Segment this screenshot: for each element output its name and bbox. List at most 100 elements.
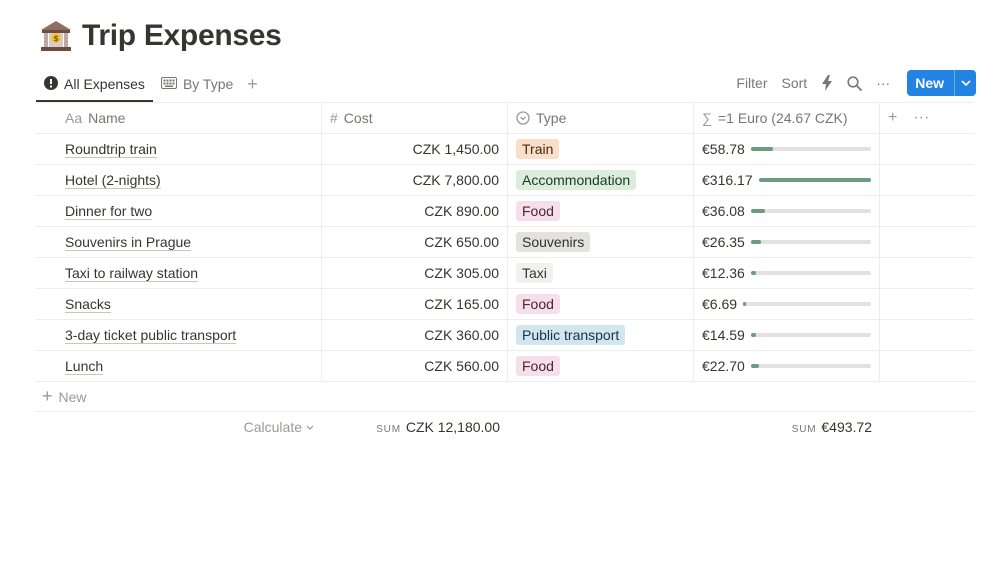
row-title[interactable]: 3-day ticket public transport	[65, 327, 237, 344]
table-row[interactable]: Snacks CZK 165.00 Food €6.69	[36, 289, 974, 320]
table-row[interactable]: Souvenirs in Prague CZK 650.00 Souvenirs €2…	[36, 227, 974, 258]
type-cell[interactable]: Food	[508, 351, 694, 381]
cost-cell[interactable]: CZK 560.00	[322, 351, 508, 381]
cost-cell[interactable]: CZK 890.00	[322, 196, 508, 226]
page-title[interactable]: Trip Expenses	[82, 19, 282, 53]
row-title[interactable]: Taxi to railway station	[65, 265, 199, 282]
cost-cell[interactable]: CZK 165.00	[322, 289, 508, 319]
row-title[interactable]: Souvenirs in Prague	[65, 234, 192, 251]
name-cell[interactable]: Lunch	[36, 351, 322, 381]
chevron-down-icon[interactable]	[954, 70, 976, 96]
row-title[interactable]: Roundtrip train	[65, 141, 157, 158]
type-tag: Taxi	[516, 263, 553, 283]
progress-bar-fill	[750, 147, 774, 151]
type-cell[interactable]: Souvenirs	[508, 227, 694, 257]
euro-value: €14.59	[702, 327, 745, 343]
euro-value: €6.69	[702, 296, 738, 312]
cost-value: CZK 360.00	[424, 327, 499, 343]
euro-cell: €58.78	[694, 134, 880, 164]
table-row[interactable]: Dinner for two CZK 890.00 Food €36.08	[36, 196, 974, 227]
progress-bar-fill	[750, 333, 757, 337]
select-property-icon	[516, 111, 530, 125]
column-header-type[interactable]: Type	[508, 103, 694, 133]
progress-bar	[758, 178, 871, 182]
row-title[interactable]: Dinner for two	[65, 203, 153, 220]
more-properties-button[interactable]: ···	[905, 109, 937, 127]
type-cell[interactable]: Public transport	[508, 320, 694, 350]
euro-value: €316.17	[702, 172, 753, 188]
more-options-button[interactable]: ···	[869, 70, 897, 96]
type-tag: Souvenirs	[516, 232, 591, 252]
name-cell[interactable]: Souvenirs in Prague	[36, 227, 322, 257]
lightning-icon[interactable]	[814, 70, 840, 96]
column-label: =1 Euro (24.67 CZK)	[717, 110, 848, 126]
row-title[interactable]: Snacks	[65, 296, 111, 313]
table-row[interactable]: Hotel (2-nights) CZK 7,800.00 Accommondati…	[36, 165, 974, 196]
cost-cell[interactable]: CZK 360.00	[322, 320, 508, 350]
calculate-dropdown[interactable]: Calculate	[36, 419, 322, 435]
name-cell[interactable]: Hotel (2-nights)	[36, 165, 322, 195]
cost-value: CZK 890.00	[424, 203, 499, 219]
filter-button[interactable]: Filter	[729, 70, 774, 96]
type-tag: Accommondation	[516, 170, 637, 190]
table-row[interactable]: Roundtrip train CZK 1,450.00 Train €58.78	[36, 134, 974, 165]
progress-bar-fill	[750, 364, 760, 368]
type-tag: Food	[516, 356, 560, 376]
name-cell[interactable]: Roundtrip train	[36, 134, 322, 164]
tab-all-expenses[interactable]: All Expenses	[36, 68, 153, 102]
extra-cell	[880, 227, 974, 257]
tab-by-type[interactable]: By Type	[153, 68, 241, 100]
calculation-row: Calculate SUM CZK 12,180.00 SUM €493.72	[36, 412, 974, 442]
cost-cell[interactable]: CZK 7,800.00	[322, 165, 508, 195]
table-row[interactable]: Taxi to railway station CZK 305.00 Taxi €12…	[36, 258, 974, 289]
cost-value: CZK 7,800.00	[412, 172, 499, 188]
progress-bar-fill	[750, 271, 756, 275]
sum-label: SUM	[376, 424, 401, 435]
progress-bar	[750, 209, 871, 213]
column-header-name[interactable]: Aa Name	[36, 103, 322, 133]
add-view-button[interactable]: +	[241, 68, 264, 100]
sort-button[interactable]: Sort	[775, 70, 815, 96]
type-cell[interactable]: Food	[508, 289, 694, 319]
row-title[interactable]: Hotel (2-nights)	[65, 172, 161, 189]
tab-label: All Expenses	[64, 76, 145, 92]
type-tag: Food	[516, 294, 560, 314]
extra-cell	[880, 258, 974, 288]
cost-cell[interactable]: CZK 305.00	[322, 258, 508, 288]
view-tabs: All Expenses By Type +	[36, 68, 264, 102]
new-row-button[interactable]: + New	[36, 382, 974, 412]
name-cell[interactable]: Snacks	[36, 289, 322, 319]
progress-bar	[743, 302, 871, 306]
column-header-euro[interactable]: ∑ =1 Euro (24.67 CZK)	[694, 103, 880, 133]
page-header: $ Trip Expenses	[38, 18, 282, 54]
toolbar: Filter Sort ··· New	[729, 70, 976, 96]
name-cell[interactable]: Dinner for two	[36, 196, 322, 226]
cost-cell[interactable]: CZK 650.00	[322, 227, 508, 257]
type-cell[interactable]: Food	[508, 196, 694, 226]
cost-cell[interactable]: CZK 1,450.00	[322, 134, 508, 164]
cost-sum[interactable]: SUM CZK 12,180.00	[322, 419, 508, 435]
euro-value: €58.78	[702, 141, 745, 157]
table-body: Roundtrip train CZK 1,450.00 Train €58.78 Ho…	[36, 134, 974, 382]
name-cell[interactable]: Taxi to railway station	[36, 258, 322, 288]
type-cell[interactable]: Train	[508, 134, 694, 164]
search-icon[interactable]	[840, 70, 869, 96]
name-cell[interactable]: 3-day ticket public transport	[36, 320, 322, 350]
plus-icon: +	[42, 386, 53, 406]
bank-building-icon[interactable]: $	[38, 18, 74, 54]
table-row[interactable]: 3-day ticket public transport CZK 360.00 P…	[36, 320, 974, 351]
add-property-button[interactable]: +	[880, 109, 905, 127]
euro-cell: €12.36	[694, 258, 880, 288]
progress-bar	[750, 333, 871, 337]
sum-value: €493.72	[821, 419, 872, 435]
euro-sum[interactable]: SUM €493.72	[694, 419, 880, 435]
table-row[interactable]: Lunch CZK 560.00 Food €22.70	[36, 351, 974, 382]
column-header-cost[interactable]: # Cost	[322, 103, 508, 133]
row-title[interactable]: Lunch	[65, 358, 104, 375]
euro-cell: €316.17	[694, 165, 880, 195]
type-cell[interactable]: Taxi	[508, 258, 694, 288]
new-button[interactable]: New	[907, 70, 976, 96]
cost-value: CZK 165.00	[424, 296, 499, 312]
view-bar: All Expenses By Type + Filter Sort ··· N…	[36, 68, 976, 102]
type-cell[interactable]: Accommondation	[508, 165, 694, 195]
